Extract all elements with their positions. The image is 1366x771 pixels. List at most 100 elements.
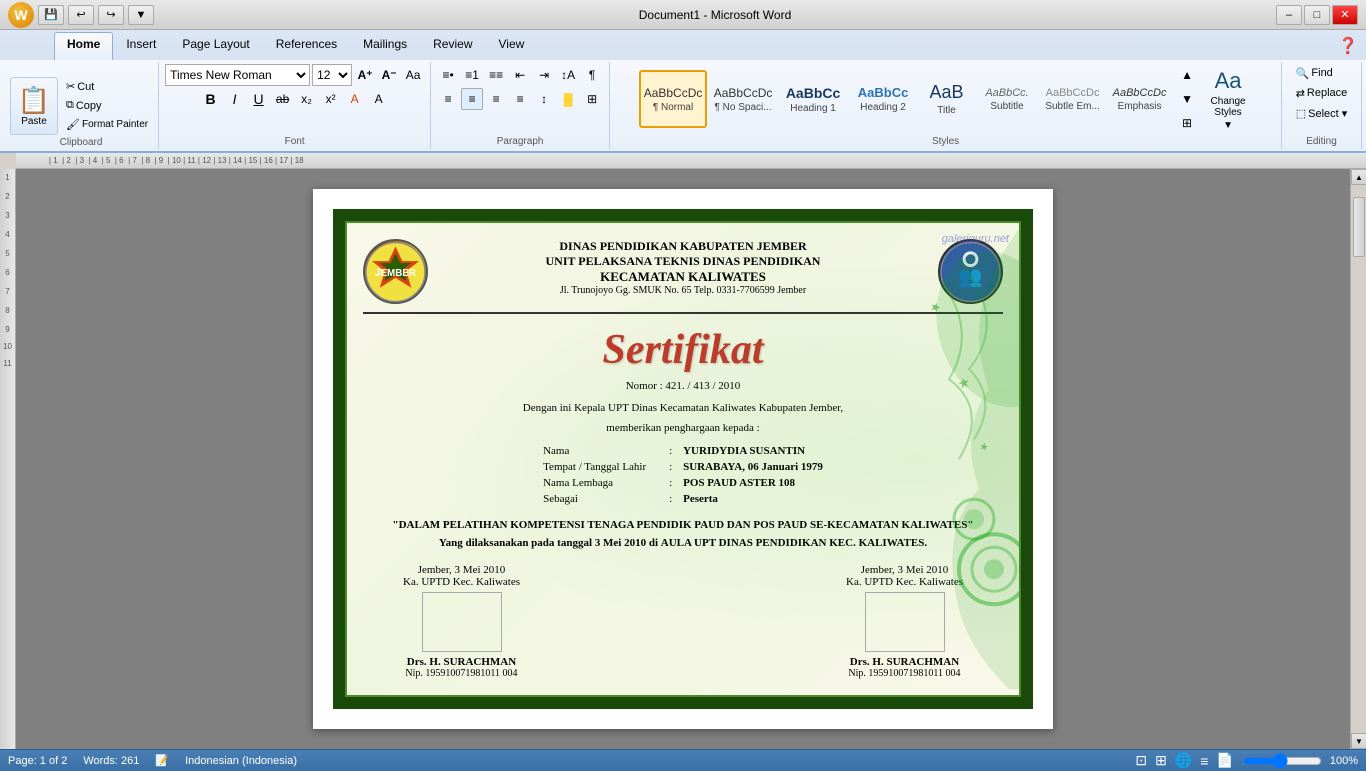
- shading-button[interactable]: ▓: [557, 88, 579, 110]
- sort-button[interactable]: ↕A: [557, 64, 579, 86]
- scroll-up-button[interactable]: ▲: [1351, 169, 1366, 185]
- quick-save[interactable]: 💾: [38, 5, 64, 25]
- clear-format-button[interactable]: Aa: [402, 64, 424, 86]
- shrink-font-button[interactable]: A⁻: [378, 64, 400, 86]
- field-row-nama: Nama : YURIDYDIA SUSANTIN: [537, 443, 829, 459]
- change-styles-label: Change Styles: [1204, 96, 1252, 118]
- underline-button[interactable]: U: [248, 88, 270, 110]
- scroll-down-button[interactable]: ▼: [1351, 733, 1366, 749]
- svg-text:★: ★: [978, 441, 989, 453]
- strikethrough-button[interactable]: ab: [272, 88, 294, 110]
- view-draft[interactable]: 📄: [1216, 752, 1233, 769]
- decrease-indent-button[interactable]: ⇤: [509, 64, 531, 86]
- tab-view[interactable]: View: [486, 32, 538, 60]
- show-marks-button[interactable]: ¶: [581, 64, 603, 86]
- styles-scroll-up[interactable]: ▲: [1176, 64, 1198, 86]
- certificate-inner: ★ ★ ★ galeriguru.net: [345, 221, 1021, 697]
- borders-button[interactable]: ⊞: [581, 88, 603, 110]
- style-heading1[interactable]: AaBbCc Heading 1: [779, 70, 847, 128]
- font-group-label: Font: [285, 134, 305, 147]
- view-outline[interactable]: ≡: [1200, 753, 1208, 769]
- style-heading2[interactable]: AaBbCc Heading 2: [849, 70, 917, 128]
- font-bottom-row: B I U ab x₂ x² A A: [200, 88, 390, 110]
- font-group: Times New Roman 12 A⁺ A⁻ Aa B I U ab x₂ …: [159, 62, 431, 149]
- style-nospace[interactable]: AaBbCcDc ¶ No Spaci...: [709, 70, 777, 128]
- view-full-screen[interactable]: ⊞: [1155, 752, 1167, 769]
- copy-button[interactable]: ⧉ Copy: [62, 97, 152, 115]
- doc-container: 1 2 3 4 5 6 7 8 9 10 11: [0, 169, 1366, 749]
- replace-button[interactable]: ⇄ Replace: [1292, 84, 1352, 102]
- align-left-button[interactable]: ≡: [437, 88, 459, 110]
- view-print-layout[interactable]: ⊡: [1135, 752, 1147, 769]
- multilevel-button[interactable]: ≡≡: [485, 64, 507, 86]
- style-normal[interactable]: AaBbCcDc ¶ Normal: [639, 70, 707, 128]
- quick-undo[interactable]: ↩: [68, 5, 94, 25]
- help-icon[interactable]: ❓: [1330, 32, 1366, 60]
- vertical-scrollbar[interactable]: ▲ ▼: [1350, 169, 1366, 749]
- subscript-button[interactable]: x₂: [296, 88, 318, 110]
- svg-text:👥: 👥: [958, 265, 982, 287]
- org-address: Jl. Trunojoyo Gg. SMUK No. 65 Telp. 0331…: [438, 285, 928, 296]
- style-heading2-label: Heading 2: [860, 102, 906, 113]
- numbering-button[interactable]: ≡1: [461, 64, 483, 86]
- document-scroll-area[interactable]: ★ ★ ★ galeriguru.net: [16, 169, 1350, 749]
- tab-review[interactable]: Review: [420, 32, 485, 60]
- select-button[interactable]: ⬚ Select ▾: [1292, 104, 1352, 122]
- close-button[interactable]: ✕: [1332, 5, 1358, 25]
- superscript-button[interactable]: x²: [320, 88, 342, 110]
- styles-more[interactable]: ⊞: [1176, 112, 1198, 134]
- quick-menu[interactable]: ▼: [128, 5, 154, 25]
- para-bottom-row: ≡ ≡ ≡ ≡ ↕ ▓ ⊞: [437, 88, 603, 110]
- bold-button[interactable]: B: [200, 88, 222, 110]
- find-button[interactable]: 🔍 Find: [1292, 64, 1337, 82]
- scroll-track[interactable]: [1351, 185, 1366, 733]
- style-subtle-em[interactable]: AaBbCcDc Subtle Em...: [1040, 70, 1105, 128]
- style-subtitle-preview: AaBbCc.: [985, 87, 1028, 99]
- align-right-button[interactable]: ≡: [485, 88, 507, 110]
- tab-insert[interactable]: Insert: [113, 32, 169, 60]
- font-color-button[interactable]: A: [368, 88, 390, 110]
- view-web-layout[interactable]: 🌐: [1175, 752, 1192, 769]
- style-subtitle[interactable]: AaBbCc. Subtitle: [976, 70, 1038, 128]
- right-logo: 👥: [938, 239, 1003, 304]
- increase-indent-button[interactable]: ⇥: [533, 64, 555, 86]
- office-button[interactable]: W: [8, 2, 34, 28]
- cut-button[interactable]: ✂ Cut: [62, 78, 152, 96]
- line-spacing-button[interactable]: ↕: [533, 88, 555, 110]
- style-normal-preview: AaBbCcDc: [644, 86, 703, 100]
- format-painter-button[interactable]: 🖌 Format Painter: [62, 116, 152, 134]
- change-styles-button[interactable]: Aa Change Styles ▼: [1204, 70, 1252, 128]
- italic-button[interactable]: I: [224, 88, 246, 110]
- scroll-thumb[interactable]: [1353, 197, 1365, 257]
- maximize-button[interactable]: □: [1304, 5, 1330, 25]
- tab-mailings[interactable]: Mailings: [350, 32, 420, 60]
- font-family-select[interactable]: Times New Roman: [165, 64, 310, 86]
- justify-button[interactable]: ≡: [509, 88, 531, 110]
- grow-font-button[interactable]: A⁺: [354, 64, 376, 86]
- status-bar: Page: 1 of 2 Words: 261 📝 Indonesian (In…: [0, 749, 1366, 771]
- sig-left-name: Drs. H. SURACHMAN: [403, 656, 520, 668]
- tab-home[interactable]: Home: [54, 32, 113, 60]
- highlight-button[interactable]: A: [344, 88, 366, 110]
- bullets-button[interactable]: ≡•: [437, 64, 459, 86]
- field-ttl-label: Tempat / Tanggal Lahir: [537, 459, 667, 475]
- style-title[interactable]: AaB Title: [919, 70, 974, 128]
- style-subtle-em-label: Subtle Em...: [1045, 101, 1099, 112]
- styles-scroll-down[interactable]: ▼: [1176, 88, 1198, 110]
- quick-redo[interactable]: ↪: [98, 5, 124, 25]
- align-center-button[interactable]: ≡: [461, 88, 483, 110]
- zoom-level: 100%: [1330, 755, 1358, 767]
- minimize-button[interactable]: –: [1276, 5, 1302, 25]
- style-normal-label: ¶ Normal: [653, 102, 693, 113]
- editing-group-label: Editing: [1306, 134, 1337, 147]
- select-icon: ⬚: [1296, 107, 1306, 120]
- style-emphasis-label: Emphasis: [1118, 101, 1162, 112]
- font-size-select[interactable]: 12: [312, 64, 352, 86]
- tab-references[interactable]: References: [263, 32, 350, 60]
- watermark: galeriguru.net: [942, 233, 1009, 245]
- style-emphasis[interactable]: AaBbCcDc Emphasis: [1107, 70, 1172, 128]
- tab-page-layout[interactable]: Page Layout: [169, 32, 262, 60]
- paste-button[interactable]: 📋 Paste: [10, 77, 58, 135]
- sig-right-box: [865, 592, 945, 652]
- zoom-slider[interactable]: [1242, 753, 1322, 769]
